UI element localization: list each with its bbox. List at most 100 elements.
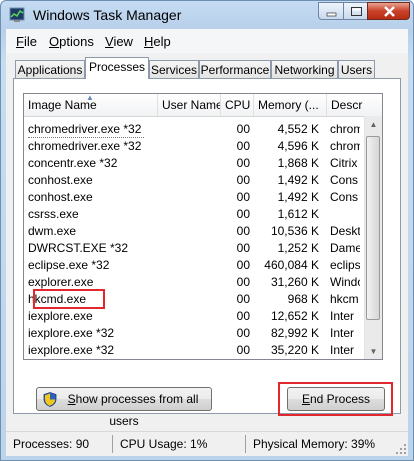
memory-cell: 4,552 K (277, 122, 319, 136)
table-row[interactable]: DWRCST.EXE *32 00 1,252 K Dame (24, 240, 360, 257)
minimize-icon (326, 12, 337, 17)
memory-cell: 10,536 K (270, 224, 319, 238)
cpu-cell: 00 (236, 207, 250, 221)
menu-bar: File Options View Help (6, 29, 408, 53)
memory-cell: 1,252 K (277, 241, 319, 255)
table-row[interactable]: eclipse.exe *32 00 460,084 K eclips (24, 257, 360, 274)
menu-view[interactable]: View (105, 34, 133, 49)
title-bar[interactable]: Windows Task Manager (1, 1, 413, 29)
image-name-cell: iexplore.exe *32 (28, 326, 115, 340)
description-cell: Dame (330, 241, 360, 255)
description-cell: Deskt (330, 224, 360, 238)
tab-performance[interactable]: Performance (199, 60, 271, 78)
cpu-cell: 00 (236, 343, 250, 357)
description-cell: Windo (330, 275, 360, 289)
image-name-cell: chromedriver.exe *32 (28, 139, 142, 153)
cpu-cell: 00 (236, 173, 250, 187)
column-header-image-name[interactable]: ▲ Image Name (24, 94, 158, 116)
cpu-cell: 00 (236, 156, 250, 170)
scroll-up-icon[interactable]: ▲ (365, 116, 382, 133)
status-cpu-usage: CPU Usage: 1% (116, 435, 246, 453)
cpu-cell: 00 (236, 139, 250, 153)
tab-users[interactable]: Users (338, 60, 375, 78)
tab-processes[interactable]: Processes (85, 57, 149, 79)
memory-cell: 35,220 K (270, 343, 319, 357)
column-header-description[interactable]: Descr (327, 94, 367, 116)
process-list-header: ▲ Image Name User Name CPU Memory (... D… (24, 94, 382, 117)
description-cell: hkcm (330, 292, 359, 306)
memory-cell: 1,868 K (277, 156, 319, 170)
menu-file[interactable]: File (16, 34, 37, 49)
tab-networking[interactable]: Networking (271, 60, 338, 78)
memory-cell: 82,992 K (270, 326, 319, 340)
image-name-cell: iexplore.exe (28, 309, 93, 323)
description-cell: Cons (330, 173, 359, 187)
table-row[interactable]: csrss.exe 00 1,612 K (24, 206, 359, 223)
cpu-cell: 00 (236, 190, 250, 204)
memory-cell: 1,612 K (277, 207, 319, 221)
cpu-cell: 00 (236, 241, 250, 255)
image-name-cell: conhost.exe (28, 173, 93, 187)
table-row[interactable]: iexplore.exe 00 12,652 K Inter (24, 308, 359, 325)
task-manager-window: Windows Task Manager File Options View H… (0, 0, 414, 461)
status-physical-memory: Physical Memory: 39% (253, 437, 376, 451)
cpu-cell: 00 (236, 224, 250, 238)
menu-help[interactable]: Help (144, 34, 171, 49)
image-name-cell: dwm.exe (28, 224, 77, 238)
image-name-cell: DWRCST.EXE *32 (28, 241, 129, 255)
uac-shield-icon (43, 392, 57, 407)
description-cell: Cons (330, 190, 359, 204)
memory-cell: 460,084 K (264, 258, 319, 272)
table-row[interactable]: concentr.exe *32 00 1,868 K Citrix (24, 155, 359, 172)
description-cell: Inter (330, 343, 355, 357)
image-name-cell: concentr.exe *32 (28, 156, 118, 170)
table-row[interactable]: conhost.exe 00 1,492 K Cons (24, 189, 359, 206)
end-process-button[interactable]: End Process (287, 387, 385, 411)
process-list[interactable]: ▲ Image Name User Name CPU Memory (... D… (23, 93, 383, 360)
status-processes: Processes: 90 (9, 435, 113, 453)
resize-grip-icon[interactable] (396, 444, 406, 454)
close-button[interactable] (367, 2, 410, 20)
column-header-memory[interactable]: Memory (... (254, 94, 327, 116)
close-icon (384, 6, 395, 17)
window-title: Windows Task Manager (33, 7, 182, 23)
show-all-processes-button[interactable]: Show processes from all users (36, 387, 212, 428)
scrollbar-thumb[interactable] (366, 136, 380, 320)
cpu-cell: 00 (236, 326, 250, 340)
description-cell: Inter (330, 309, 355, 323)
table-row[interactable]: iexplore.exe *32 00 35,220 K Inter (24, 342, 359, 359)
table-row[interactable]: chromedriver.exe *32 00 4,552 K chrom (24, 121, 360, 138)
table-row[interactable]: conhost.exe 00 1,492 K Cons (24, 172, 359, 189)
description-cell: eclips (330, 258, 360, 272)
menu-options[interactable]: Options (49, 34, 94, 49)
cpu-cell: 00 (236, 275, 250, 289)
status-bar: Processes: 90 CPU Usage: 1% Physical Mem… (6, 431, 408, 456)
cpu-cell: 00 (236, 292, 250, 306)
maximize-icon (351, 7, 362, 16)
minimize-button[interactable] (318, 2, 344, 20)
column-header-user-name[interactable]: User Name (158, 94, 221, 116)
highlight-box-hkcmd (33, 289, 105, 309)
table-row[interactable]: dwm.exe 00 10,536 K Deskt (24, 223, 360, 240)
tab-applications[interactable]: Applications (15, 60, 85, 78)
vertical-scrollbar[interactable]: ▲ ▼ (364, 116, 382, 359)
table-row[interactable]: chromedriver.exe *32 00 4,596 K chrom (24, 138, 360, 155)
image-name-cell: eclipse.exe *32 (28, 258, 110, 272)
cpu-cell: 00 (236, 258, 250, 272)
scroll-down-icon[interactable]: ▼ (365, 343, 382, 359)
image-name-cell: iexplore.exe *32 (28, 343, 115, 357)
cpu-cell: 00 (236, 309, 250, 323)
description-cell: chrom (330, 139, 360, 153)
maximize-button[interactable] (343, 2, 368, 20)
description-cell: chrom (330, 122, 360, 136)
table-row[interactable]: iexplore.exe *32 00 82,992 K Inter (24, 325, 359, 342)
memory-cell: 31,260 K (270, 275, 319, 289)
description-cell: Inter (330, 326, 355, 340)
tab-services[interactable]: Services (149, 60, 199, 78)
task-manager-icon (9, 7, 25, 22)
memory-cell: 1,492 K (277, 190, 319, 204)
description-cell: Citrix (330, 156, 358, 170)
image-name-cell: csrss.exe (28, 207, 79, 221)
memory-cell: 1,492 K (277, 173, 319, 187)
column-header-cpu[interactable]: CPU (221, 94, 254, 116)
